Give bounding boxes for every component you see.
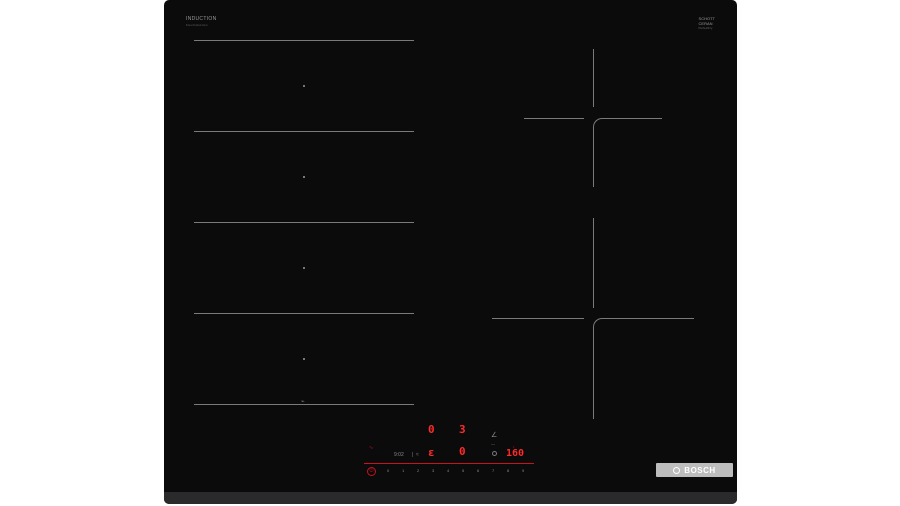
level-3[interactable]: 3 xyxy=(432,468,434,473)
zone-level-display-1: 0 xyxy=(428,423,435,436)
level-9[interactable]: 9 xyxy=(522,468,524,473)
right-top-zone-line-left xyxy=(524,118,584,119)
wave-icon: ≈ xyxy=(416,452,419,458)
ceran-label: SCHOTT CERAN PerfectFry xyxy=(698,16,715,30)
zone-level-display-3: 0 xyxy=(459,445,466,458)
zone-marker-3 xyxy=(303,267,305,269)
timer-icon: | xyxy=(412,452,414,458)
cooktop-frame-edge xyxy=(164,492,737,504)
pan-sensor-icon[interactable]: — xyxy=(491,441,495,446)
timer-value: 9:02 xyxy=(394,452,404,458)
power-button[interactable]: ⏻ xyxy=(367,467,376,476)
cooktop-panel: INDUCTION FlexInduction SCHOTT CERAN Per… xyxy=(164,0,737,504)
right-top-zone-line-lower xyxy=(593,127,594,187)
temperature-icon[interactable] xyxy=(492,451,497,456)
flex-zone-divider-2 xyxy=(194,131,414,132)
level-5[interactable]: 5 xyxy=(462,468,464,473)
zone-marker-2 xyxy=(303,176,305,178)
zone-marker-4 xyxy=(303,358,305,360)
right-bottom-zone-line-left xyxy=(492,318,584,319)
bosch-armature-icon xyxy=(673,466,681,474)
zone-level-display-2: 3 xyxy=(459,423,466,436)
level-2[interactable]: 2 xyxy=(417,468,419,473)
right-bottom-zone-line-lower xyxy=(593,327,594,419)
flex-zone-divider-4 xyxy=(194,313,414,314)
bosch-logo: BOSCH xyxy=(656,463,733,477)
right-bottom-zone-line-right xyxy=(602,318,694,319)
right-bottom-zone-corner xyxy=(593,318,603,328)
right-top-zone-line-right xyxy=(602,118,662,119)
level-4[interactable]: 4 xyxy=(447,468,449,473)
induction-label: INDUCTION FlexInduction xyxy=(186,16,217,27)
level-8[interactable]: 8 xyxy=(507,468,509,473)
flex-zone-divider-3 xyxy=(194,222,414,223)
pan-icon: ⌁ xyxy=(301,399,305,405)
level-1[interactable]: 1 xyxy=(402,468,404,473)
perfectfry-icon[interactable]: ∠ xyxy=(491,431,497,439)
level-0[interactable]: 0 xyxy=(387,468,389,473)
right-top-zone-line-upper xyxy=(593,49,594,107)
power-indicator-icon: ∿ xyxy=(369,445,374,451)
flex-zone-divider-1 xyxy=(194,40,414,41)
level-7[interactable]: 7 xyxy=(492,468,494,473)
level-6[interactable]: 6 xyxy=(477,468,479,473)
boost-display: ε xyxy=(428,446,435,459)
temperature-display: 160 xyxy=(506,448,525,459)
right-top-zone-corner xyxy=(593,118,603,128)
right-bottom-zone-line-upper xyxy=(593,218,594,308)
slider-track[interactable] xyxy=(364,463,534,464)
zone-marker-1 xyxy=(303,85,305,87)
